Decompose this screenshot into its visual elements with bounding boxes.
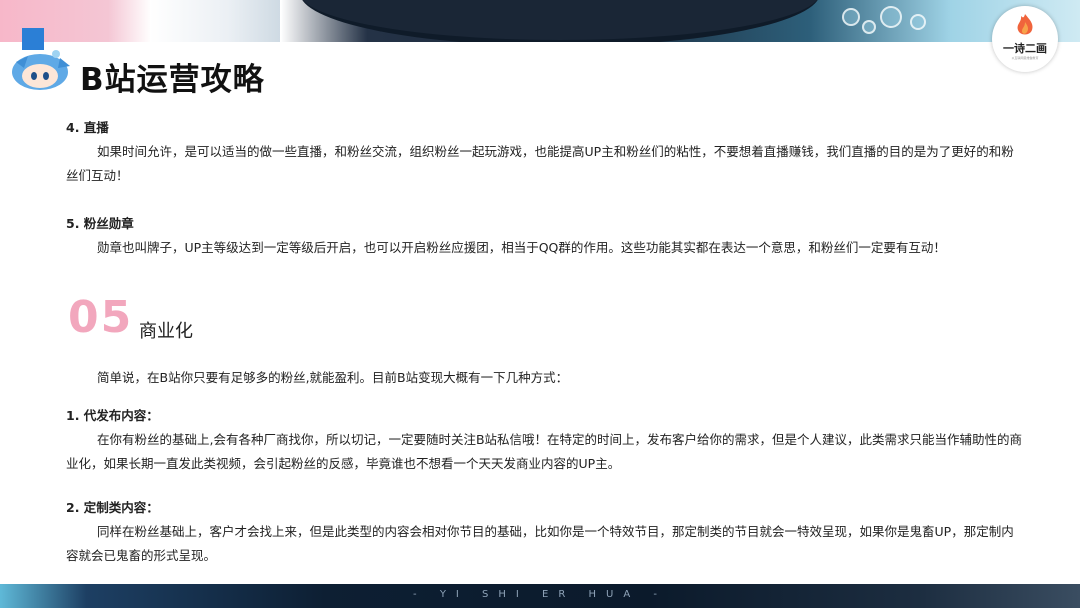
bubble-decoration — [910, 14, 926, 30]
logo-text: 一诗二画 — [1003, 42, 1047, 55]
intro-paragraph: 简单说，在B站你只要有足够多的粉丝,就能盈利。目前B站变现大概有一下几种方式： — [97, 370, 569, 385]
bubble-decoration — [880, 6, 902, 28]
bubble-decoration — [842, 8, 860, 26]
section-paragraph-live: 如果时间允许，是可以适当的做一些直播，和粉丝交流，组织粉丝一起玩游戏，也能提高U… — [66, 144, 1014, 183]
bottom-banner: - YI SHI ER HUA - — [0, 584, 1080, 608]
banner-arc — [300, 0, 820, 42]
banner-glow — [150, 0, 280, 42]
bubble-decoration — [862, 20, 876, 34]
footer-text: - YI SHI ER HUA - — [413, 589, 667, 600]
main-content-bottom: 简单说，在B站你只要有足够多的粉丝,就能盈利。目前B站变现大概有一下几种方式： … — [66, 366, 1026, 568]
section-heading-fan-badge: 5. 粉丝勋章 — [66, 216, 134, 231]
page-title: B站运营攻略 — [80, 62, 265, 98]
item-heading-sponsored: 1. 代发布内容： — [66, 408, 159, 423]
brand-logo: 一诗二画 以互联网思维做教育 — [992, 6, 1058, 72]
item-heading-custom: 2. 定制类内容： — [66, 500, 159, 515]
section-heading-live: 4. 直播 — [66, 120, 109, 135]
item-paragraph-sponsored: 在你有粉丝的基础上,会有各种厂商找你，所以切记，一定要随时关注B站私信哦！在特定… — [66, 432, 1023, 471]
top-banner — [0, 0, 1080, 42]
main-content-top: 4. 直播 如果时间允许，是可以适当的做一些直播，和粉丝交流，组织粉丝一起玩游戏… — [66, 116, 1026, 260]
item-paragraph-custom: 同样在粉丝基础上，客户才会找上来，但是此类型的内容会相对你节目的基础，比如你是一… — [66, 524, 1014, 563]
section-paragraph-fan-badge: 勋章也叫牌子，UP主等级达到一定等级后开启，也可以开启粉丝应援团，相当于QQ群的… — [97, 240, 946, 255]
chapter-title: 商业化 — [139, 321, 193, 342]
logo-subtext: 以互联网思维做教育 — [1011, 56, 1039, 60]
chapter-number: 05 — [68, 292, 134, 343]
flame-icon — [1017, 14, 1033, 35]
mascot-character-icon — [12, 50, 70, 90]
